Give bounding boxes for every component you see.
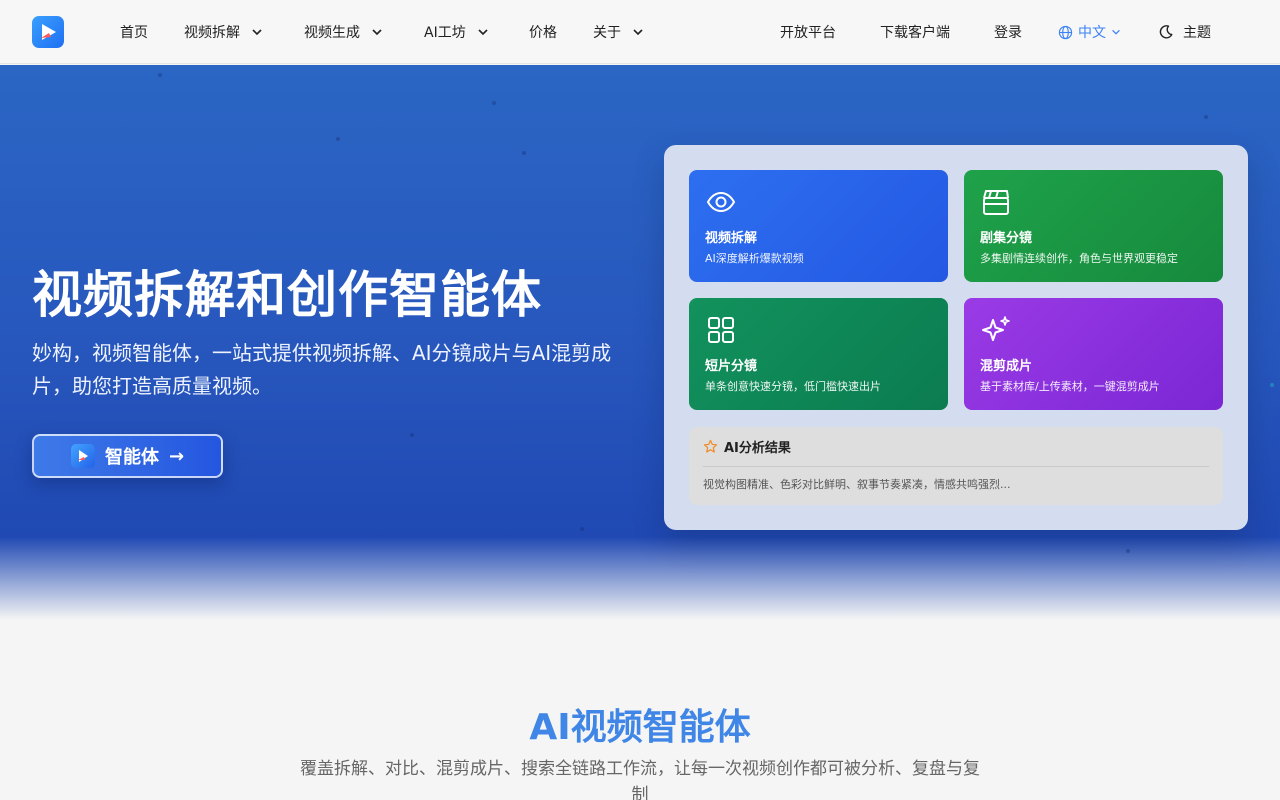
decorative-dot (492, 101, 496, 105)
nav-item-label: 关于 (593, 25, 621, 41)
decorative-dot (522, 151, 526, 155)
decorative-dot (1270, 383, 1274, 387)
nav-item-label: 视频拆解 (184, 25, 240, 41)
card-title: 剧集分镜 (980, 231, 1033, 246)
chevron-down-icon (1112, 29, 1120, 35)
app-logo[interactable] (32, 16, 64, 48)
card-description: 单条创意快速分镜，低门槛快速出片 (705, 380, 881, 393)
feature-panel: 视频拆解 AI深度解析爆款视频 剧集分镜 多集剧情连续创作，角色与世界观更稳定 … (664, 145, 1248, 530)
decorative-dot (336, 137, 340, 141)
theme-toggle[interactable]: 主题 (1158, 20, 1211, 44)
chevron-down-icon (633, 29, 643, 36)
nav-item-label: 首页 (120, 25, 148, 41)
card-title: 视频拆解 (705, 231, 758, 246)
chevron-down-icon (372, 29, 382, 36)
login-label: 登录 (994, 25, 1022, 41)
play-logo-icon (41, 24, 56, 40)
card-description: AI深度解析爆款视频 (705, 252, 804, 265)
decorative-dot (580, 527, 584, 531)
nav-item-label: 视频生成 (304, 25, 360, 41)
hero-section: 视频拆解和创作智能体 妙构，视频智能体，一站式提供视频拆解、AI分镜成片与AI混… (0, 65, 1280, 620)
agent-cta-button[interactable]: 智能体 → (32, 434, 223, 478)
grid-icon (708, 317, 734, 343)
clapperboard-icon (983, 190, 1009, 215)
eye-icon (706, 191, 736, 213)
globe-icon (1058, 25, 1073, 39)
arrow-right-icon: → (168, 445, 185, 467)
card-title: 短片分镜 (705, 359, 758, 374)
language-label: 中文 (1078, 25, 1106, 41)
decorative-dot (410, 433, 414, 437)
login-button[interactable]: 登录 (994, 20, 1022, 44)
nav-item-label: 价格 (529, 25, 557, 41)
nav-item-about[interactable]: 关于 (593, 20, 645, 44)
top-nav-bar: 首页 视频拆解 视频生成 AI工坊 价格 关于 开放平台 下载客户端 登录 中文 (0, 0, 1280, 64)
nav-item-label: AI工坊 (424, 25, 466, 41)
feature-card-short-storyboard[interactable]: 短片分镜 单条创意快速分镜，低门槛快速出片 (689, 298, 948, 410)
nav-item-pricing[interactable]: 价格 (529, 20, 557, 44)
open-platform-link[interactable]: 开放平台 (780, 20, 836, 44)
decorative-dot (1126, 549, 1130, 553)
nav-item-ai-workshop[interactable]: AI工坊 (424, 20, 490, 44)
section-subtitle: 覆盖拆解、对比、混剪成片、搜索全链路工作流，让每一次视频创作都可被分析、复盘与复… (300, 759, 980, 800)
card-title: 混剪成片 (980, 359, 1033, 374)
star-icon (703, 439, 718, 453)
result-header: AI分析结果 (703, 427, 1209, 467)
result-title: AI分析结果 (724, 441, 791, 456)
download-client-label: 下载客户端 (880, 25, 950, 41)
card-description: 基于素材库/上传素材，一键混剪成片 (980, 380, 1160, 393)
sparkles-icon (982, 316, 1010, 341)
nav-item-video-breakdown[interactable]: 视频拆解 (184, 20, 264, 44)
chevron-down-icon (252, 29, 262, 36)
download-client-link[interactable]: 下载客户端 (880, 20, 950, 44)
nav-item-home[interactable]: 首页 (120, 20, 148, 44)
hero-title: 视频拆解和创作智能体 (32, 266, 542, 324)
chevron-down-icon (478, 29, 488, 36)
cta-label: 智能体 (104, 447, 159, 468)
theme-label: 主题 (1183, 25, 1211, 41)
result-text: 视觉构图精准、色彩对比鲜明、叙事节奏紧凑，情感共鸣强烈... (703, 478, 1011, 491)
hero-subtitle: 妙构，视频智能体，一站式提供视频拆解、AI分镜成片与AI混剪成片，助您打造高质量… (32, 341, 612, 398)
section-title: AI视频智能体 (529, 707, 751, 748)
feature-card-episode-storyboard[interactable]: 剧集分镜 多集剧情连续创作，角色与世界观更稳定 (964, 170, 1223, 282)
decorative-dot (158, 73, 162, 77)
feature-card-video-breakdown[interactable]: 视频拆解 AI深度解析爆款视频 (689, 170, 948, 282)
language-selector[interactable]: 中文 (1058, 20, 1122, 44)
play-logo-icon (70, 444, 95, 468)
feature-card-remix-video[interactable]: 混剪成片 基于素材库/上传素材，一键混剪成片 (964, 298, 1223, 410)
decorative-dot (1204, 115, 1208, 119)
moon-icon (1159, 25, 1173, 39)
open-platform-label: 开放平台 (780, 25, 836, 41)
ai-analysis-result: AI分析结果 视觉构图精准、色彩对比鲜明、叙事节奏紧凑，情感共鸣强烈... (689, 427, 1223, 505)
card-description: 多集剧情连续创作，角色与世界观更稳定 (980, 252, 1178, 265)
nav-item-video-generation[interactable]: 视频生成 (304, 20, 384, 44)
